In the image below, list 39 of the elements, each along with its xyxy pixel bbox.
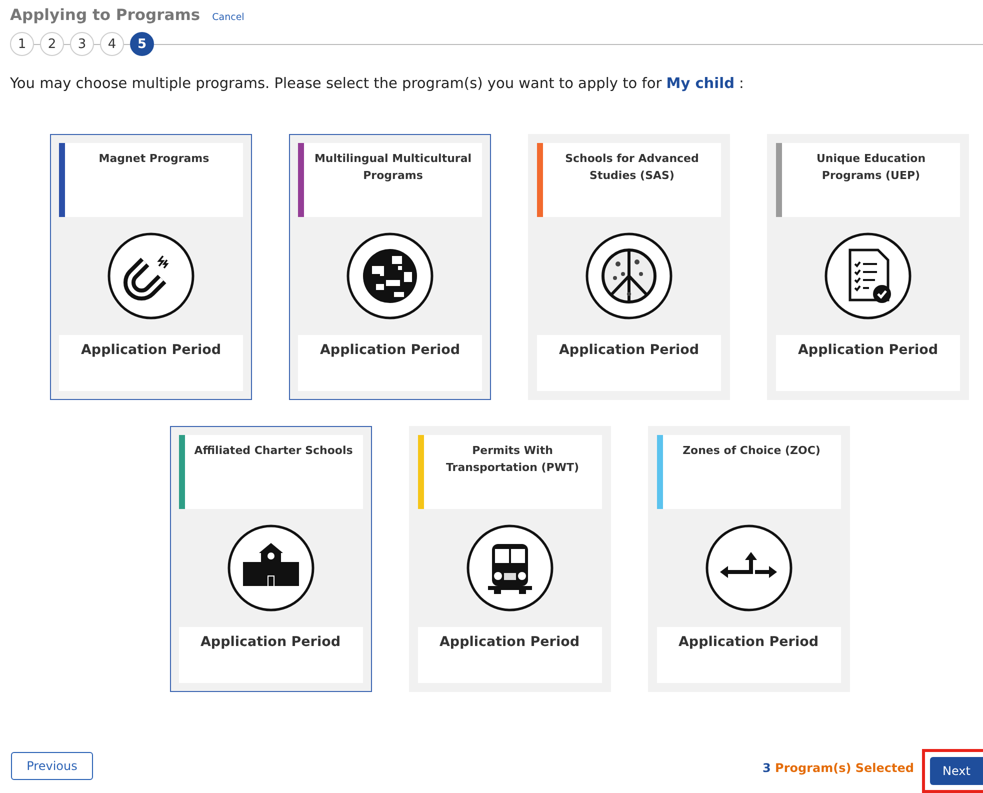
program-card[interactable]: Schools for Advanced Studies (SAS) Application Period <box>528 134 730 400</box>
school-building-icon <box>226 524 314 612</box>
bus-icon <box>466 524 554 612</box>
application-period-label: Application Period <box>439 634 580 650</box>
peace-sign-icon <box>585 232 673 320</box>
application-period-label: Application Period <box>200 634 341 650</box>
program-title: Magnet Programs <box>98 151 210 167</box>
application-period-label: Application Period <box>320 342 460 358</box>
previous-button[interactable]: Previous <box>11 752 93 780</box>
step-indicator[interactable]: 2 <box>40 32 64 56</box>
step-indicator[interactable]: 5 <box>130 32 154 56</box>
program-title: Affiliated Charter Schools <box>193 443 354 459</box>
selection-count: 3 Program(s) Selected <box>762 761 914 775</box>
globe-icon <box>346 232 434 320</box>
step-indicator[interactable]: 4 <box>100 32 124 56</box>
cancel-link[interactable]: Cancel <box>212 12 244 23</box>
page-title: Applying to Programs <box>10 6 200 24</box>
application-period-label: Application Period <box>80 342 222 358</box>
program-card[interactable]: Magnet Programs Application Period <box>50 134 252 400</box>
arrows-icon <box>704 524 792 612</box>
program-title: Multilingual Multicultural Programs <box>313 151 473 184</box>
program-title: Unique Education Programs (UEP) <box>815 151 927 184</box>
program-card[interactable]: Zones of Choice (ZOC) Application Period <box>648 426 850 692</box>
step-indicator[interactable]: 3 <box>70 32 94 56</box>
checklist-icon <box>824 232 912 320</box>
program-card[interactable]: Multilingual Multicultural Programs Application Period <box>289 134 491 400</box>
magnet-icon <box>107 232 195 320</box>
step-indicator[interactable]: 1 <box>10 32 34 56</box>
application-period-label: Application Period <box>558 342 700 358</box>
application-period-label: Application Period <box>678 634 819 650</box>
instruction-text: You may choose multiple programs. Please select the program(s) you want to apply to for My child : <box>10 76 745 92</box>
program-title: Zones of Choice (ZOC) <box>682 443 822 459</box>
program-title: Permits With Transportation (PWT) <box>444 443 580 476</box>
program-title: Schools for Advanced Studies (SAS) <box>564 151 700 184</box>
program-card[interactable]: Unique Education Programs (UEP) Application Period <box>767 134 969 400</box>
program-card[interactable]: Affiliated Charter Schools Application Period <box>170 426 372 692</box>
program-card[interactable]: Permits With Transportation (PWT) Application Period <box>408 426 610 692</box>
application-period-label: Application Period <box>798 342 938 358</box>
next-button[interactable]: Next <box>930 757 983 785</box>
